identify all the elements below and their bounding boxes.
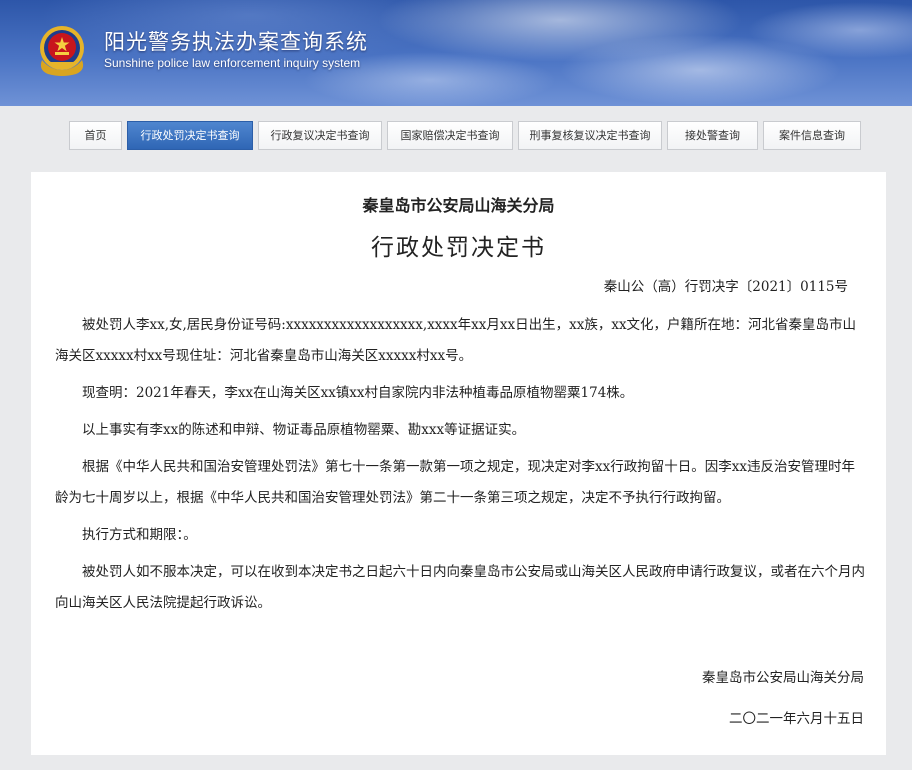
signature-date: 二〇二一年六月十五日 — [729, 711, 864, 727]
main-nav: 首页 行政处罚决定书查询 行政复议决定书查询 国家赔偿决定书查询 刑事复核复议决… — [69, 121, 861, 150]
nav-admin-penalty-query[interactable]: 行政处罚决定书查询 — [127, 121, 253, 150]
doc-title: 行政处罚决定书 — [371, 235, 546, 261]
site-title: 阳光警务执法办案查询系统 — [104, 30, 368, 54]
org-title: 秦皇岛市公安局山海关分局 — [362, 196, 555, 215]
doc-number: 秦山公（高）行罚决字〔2021〕0115号 — [603, 279, 848, 295]
nav-criminal-review-query[interactable]: 刑事复核复议决定书查询 — [518, 121, 662, 150]
site-subtitle: Sunshine police law enforcement inquiry … — [104, 56, 361, 70]
header-banner: 阳光警务执法办案查询系统 Sunshine police law enforce… — [0, 0, 912, 106]
nav-state-compensation-query[interactable]: 国家赔偿决定书查询 — [387, 121, 513, 150]
nav-admin-review-query[interactable]: 行政复议决定书查询 — [258, 121, 382, 150]
document-body: 被处罚人李xx,女,居民身份证号码:xxxxxxxxxxxxxxxxxx,xxx… — [55, 310, 865, 625]
nav-home[interactable]: 首页 — [69, 121, 122, 150]
nav-case-info-query[interactable]: 案件信息查询 — [763, 121, 861, 150]
paragraph-penalized-person: 被处罚人李xx,女,居民身份证号码:xxxxxxxxxxxxxxxxxx,xxx… — [55, 317, 857, 364]
paragraph-findings: 现查明：2021年春天，李xx在山海关区xx镇xx村自家院内非法种植毒品原植物罂… — [82, 385, 634, 401]
document-panel: 秦皇岛市公安局山海关分局 行政处罚决定书 秦山公（高）行罚决字〔2021〕011… — [31, 172, 886, 755]
police-emblem-icon — [40, 26, 84, 76]
paragraph-appeal: 被处罚人如不服本决定，可以在收到本决定书之日起六十日内向秦皇岛市公安局或山海关区… — [55, 564, 865, 611]
paragraph-execution: 执行方式和期限：。 — [82, 527, 197, 543]
nav-police-call-query[interactable]: 接处警查询 — [667, 121, 758, 150]
signature-org: 秦皇岛市公安局山海关分局 — [702, 670, 864, 686]
paragraph-evidence: 以上事实有李xx的陈述和申辩、物证毒品原植物罂粟、勘xxx等证据证实。 — [82, 422, 526, 438]
paragraph-decision: 根据《中华人民共和国治安管理处罚法》第七十一条第一款第一项之规定，现决定对李xx… — [55, 459, 855, 506]
